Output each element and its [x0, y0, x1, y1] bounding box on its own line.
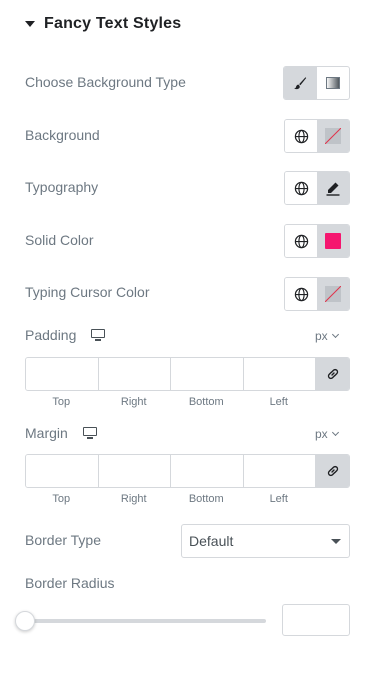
- empty-color-swatch: [325, 286, 341, 302]
- chevron-down-icon: [331, 330, 339, 339]
- padding-bottom-input[interactable]: [171, 358, 244, 390]
- caption-left: Left: [269, 493, 288, 505]
- caption-right: Right: [120, 493, 147, 505]
- margin-top-input[interactable]: [26, 455, 99, 487]
- padding-unit: px: [315, 329, 328, 343]
- margin-right-input[interactable]: [98, 455, 171, 487]
- cursor-color-control: [284, 277, 350, 311]
- margin-link-button[interactable]: [316, 455, 349, 487]
- background-label: Background: [25, 127, 100, 143]
- caption-right: Right: [120, 396, 147, 408]
- solid-color-global-button[interactable]: [285, 225, 317, 257]
- background-control: [284, 119, 350, 153]
- margin-unit: px: [315, 427, 328, 441]
- pink-color-swatch: [325, 233, 341, 249]
- caption-left: Left: [269, 396, 288, 408]
- chevron-down-icon: [331, 428, 339, 437]
- typography-edit-button[interactable]: [317, 172, 349, 204]
- margin-left-input[interactable]: [243, 455, 316, 487]
- solid-color-control: [284, 224, 350, 258]
- typography-control: [284, 171, 350, 205]
- padding-inputs: [25, 357, 350, 391]
- border-radius-slider-handle[interactable]: [15, 611, 35, 631]
- caption-top: Top: [52, 493, 71, 505]
- caret-down-icon: [25, 21, 35, 27]
- link-icon: [327, 368, 338, 380]
- caption-bottom: Bottom: [188, 493, 224, 505]
- section-title: Fancy Text Styles: [44, 15, 182, 32]
- padding-label-row: Padding: [25, 327, 106, 343]
- empty-color-swatch: [325, 128, 341, 144]
- padding-label: Padding: [25, 327, 77, 343]
- typography-label: Typography: [25, 179, 99, 195]
- padding-unit-select[interactable]: px: [315, 329, 339, 343]
- caret-down-icon: [331, 539, 341, 544]
- padding-captions: Top Right Bottom Left: [25, 396, 315, 408]
- border-radius-input[interactable]: [282, 604, 350, 636]
- background-global-button[interactable]: [285, 120, 317, 152]
- border-type-value: Default: [189, 533, 234, 549]
- margin-inputs: [25, 454, 350, 488]
- caption-bottom: Bottom: [188, 396, 224, 408]
- border-type-label: Border Type: [25, 532, 102, 548]
- padding-top-input[interactable]: [26, 358, 99, 390]
- margin-label-row: Margin: [25, 425, 97, 441]
- padding-right-input[interactable]: [98, 358, 171, 390]
- padding-link-button[interactable]: [316, 358, 349, 390]
- globe-icon: [294, 287, 308, 301]
- solid-color-picker[interactable]: [317, 225, 349, 257]
- gradient-icon: [326, 77, 340, 89]
- gradient-background-option[interactable]: [316, 67, 349, 99]
- margin-unit-select[interactable]: px: [315, 427, 339, 441]
- border-radius-label: Border Radius: [25, 575, 115, 591]
- solid-color-label: Solid Color: [25, 232, 94, 248]
- background-color-picker[interactable]: [317, 120, 349, 152]
- pencil-icon: [326, 182, 340, 196]
- caption-top: Top: [52, 396, 71, 408]
- margin-label: Margin: [25, 425, 68, 441]
- border-radius-slider-track[interactable]: [25, 619, 266, 623]
- margin-bottom-input[interactable]: [171, 455, 244, 487]
- margin-captions: Top Right Bottom Left: [25, 493, 315, 505]
- link-icon: [327, 465, 338, 477]
- padding-left-input[interactable]: [243, 358, 316, 390]
- section-toggle[interactable]: Fancy Text Styles: [25, 13, 181, 35]
- background-type-label: Choose Background Type: [25, 74, 186, 90]
- globe-icon: [294, 181, 308, 195]
- globe-icon: [294, 234, 308, 248]
- cursor-color-global-button[interactable]: [285, 278, 317, 310]
- typography-global-button[interactable]: [285, 172, 317, 204]
- classic-background-option[interactable]: [284, 67, 316, 99]
- desktop-icon[interactable]: [91, 329, 106, 341]
- desktop-icon[interactable]: [82, 427, 97, 439]
- border-type-select[interactable]: Default: [181, 524, 350, 558]
- brush-icon: [294, 77, 307, 90]
- background-type-choices: [283, 66, 350, 100]
- cursor-color-label: Typing Cursor Color: [25, 284, 150, 300]
- cursor-color-picker[interactable]: [317, 278, 349, 310]
- globe-icon: [294, 129, 308, 143]
